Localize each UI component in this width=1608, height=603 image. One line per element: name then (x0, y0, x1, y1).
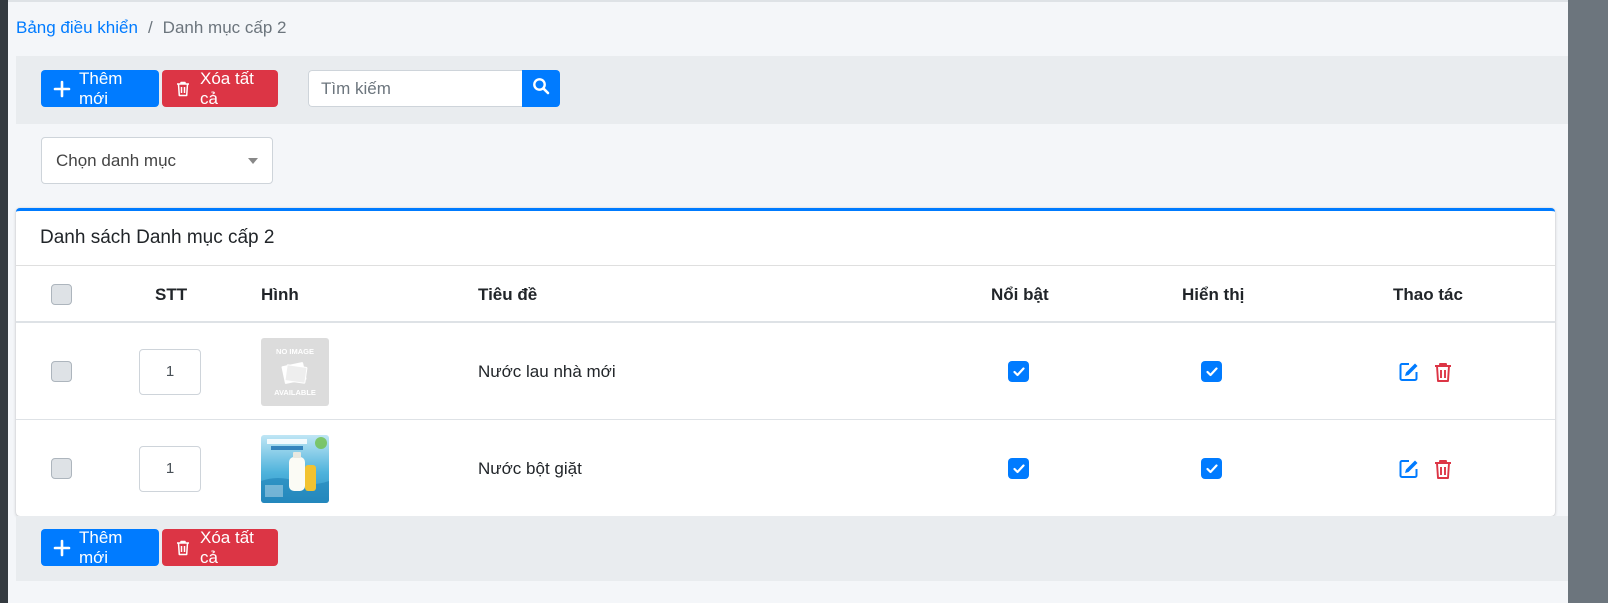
edit-icon[interactable] (1398, 361, 1420, 383)
select-all-checkbox[interactable] (51, 284, 72, 305)
actions-cell (1398, 323, 1454, 420)
table-row: Nước bột giặt (16, 420, 1555, 517)
search-icon (532, 77, 550, 100)
row-image-cell: NO IMAGE AVAILABLE (261, 323, 329, 420)
product-photo (261, 434, 329, 503)
add-new-label: Thêm mới (79, 68, 123, 108)
header-title: Tiêu đề (478, 284, 538, 304)
category-select-value: Chọn danh mục (56, 150, 177, 170)
trash-icon (174, 80, 192, 98)
table-header: STT Hình Tiêu đề Nổi bật Hiển thị Thao t… (16, 266, 1555, 323)
row-checkbox[interactable] (51, 361, 72, 382)
top-toolbar: Thêm mới Xóa tất cả (16, 56, 1568, 124)
header-featured: Nổi bật (991, 284, 1049, 304)
breadcrumb-home-link[interactable]: Bảng điều khiển (16, 18, 138, 38)
visible-cell (1201, 420, 1222, 517)
scrollbar[interactable] (1568, 0, 1608, 603)
visible-cell (1201, 323, 1222, 420)
plus-icon (53, 539, 71, 557)
select-all-cell (51, 266, 72, 323)
search-group (308, 70, 560, 107)
header-image: Hình (261, 284, 299, 304)
list-card: Danh sách Danh mục cấp 2 STT Hình Tiêu đ… (16, 208, 1555, 516)
visible-checkbox[interactable] (1201, 458, 1222, 479)
category-select[interactable]: Chọn danh mục (41, 137, 273, 184)
add-new-button[interactable]: Thêm mới (41, 68, 159, 108)
row-title: Nước bột giặt (478, 458, 582, 478)
chevron-down-icon (248, 158, 258, 164)
app-root: Bảng điều khiển / Danh mục cấp 2 Thêm mớ… (0, 0, 1608, 603)
delete-all-label: Xóa tất cả (200, 527, 254, 567)
featured-cell (1008, 323, 1029, 420)
actions-cell (1398, 420, 1454, 517)
delete-icon[interactable] (1432, 361, 1454, 383)
delete-icon[interactable] (1432, 458, 1454, 480)
stt-input[interactable] (139, 445, 201, 492)
visible-checkbox[interactable] (1201, 361, 1222, 382)
row-image-cell (261, 420, 329, 517)
row-stt-cell (139, 323, 201, 420)
no-image-text-top: NO IMAGE (276, 347, 314, 356)
header-stt: STT (155, 284, 188, 304)
featured-cell (1008, 420, 1029, 517)
add-new-button-bottom[interactable]: Thêm mới (41, 527, 159, 567)
row-select-cell (51, 420, 72, 517)
delete-all-button[interactable]: Xóa tất cả (162, 68, 278, 108)
card-title: Danh sách Danh mục cấp 2 (16, 211, 1555, 266)
row-checkbox[interactable] (51, 458, 72, 479)
no-image-text-bottom: AVAILABLE (274, 388, 316, 397)
row-stt-cell (139, 420, 201, 517)
sidebar-edge (0, 0, 8, 603)
search-input[interactable] (308, 70, 522, 107)
edit-icon[interactable] (1398, 458, 1420, 480)
delete-all-label: Xóa tất cả (200, 68, 254, 108)
trash-icon (174, 539, 192, 557)
breadcrumb: Bảng điều khiển / Danh mục cấp 2 (16, 18, 286, 38)
row-select-cell (51, 323, 72, 420)
header-visible: Hiển thị (1182, 284, 1245, 304)
delete-all-button-bottom[interactable]: Xóa tất cả (162, 527, 278, 567)
breadcrumb-current: Danh mục cấp 2 (162, 18, 287, 37)
bottom-toolbar: Thêm mới Xóa tất cả (16, 516, 1568, 581)
no-image-placeholder: NO IMAGE AVAILABLE (261, 337, 329, 406)
featured-checkbox[interactable] (1008, 458, 1029, 479)
breadcrumb-separator: / (147, 18, 153, 37)
top-border (8, 0, 1608, 2)
featured-checkbox[interactable] (1008, 361, 1029, 382)
stt-input[interactable] (139, 348, 201, 395)
plus-icon (53, 80, 71, 98)
table-row: NO IMAGE AVAILABLE Nước lau nhà mới (16, 323, 1555, 420)
search-button[interactable] (522, 70, 560, 107)
row-title: Nước lau nhà mới (478, 361, 616, 381)
add-new-label: Thêm mới (79, 527, 123, 567)
header-actions: Thao tác (1393, 284, 1463, 304)
